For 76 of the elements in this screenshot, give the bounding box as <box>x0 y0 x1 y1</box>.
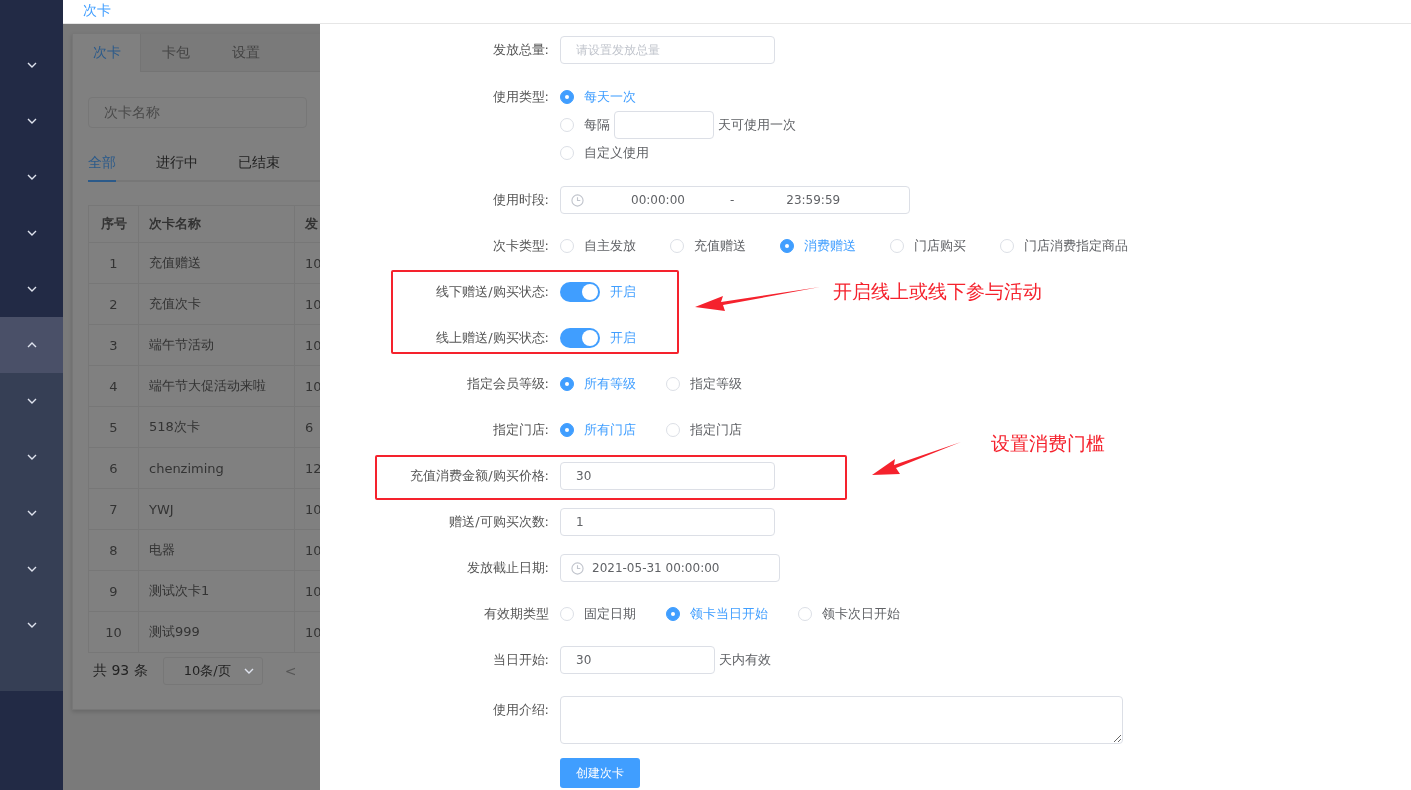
radio-option[interactable]: 自定义使用 <box>560 139 649 167</box>
chevron-up-icon[interactable] <box>26 342 37 348</box>
radio-option[interactable]: 指定等级 <box>666 370 742 398</box>
table-cell: 8 <box>89 530 139 571</box>
chevron-down-icon[interactable] <box>26 398 37 404</box>
page-size-select[interactable]: 10条/页 <box>162 657 263 685</box>
field-label: 当日开始: <box>491 651 549 669</box>
chevron-down-icon[interactable] <box>26 118 37 124</box>
table-cell: YWJ <box>139 489 295 530</box>
table-cell: 6 <box>89 448 139 489</box>
field-label: 使用类型: <box>491 88 549 106</box>
field-label: 使用介绍: <box>491 701 549 719</box>
unit-text: 天内有效 <box>719 651 771 669</box>
clock-icon <box>571 193 584 207</box>
annotation-text: 设置消费门槛 <box>991 431 1105 456</box>
field-label: 线上赠送/购买状态: <box>435 329 549 347</box>
table-cell: 充值赠送 <box>139 243 295 284</box>
table-cell: 3 <box>89 325 139 366</box>
field-label: 发放总量: <box>491 41 549 59</box>
total-count: 共 93 条 <box>93 662 148 680</box>
table-cell: 端午节大促活动来啦 <box>139 366 295 407</box>
table-cell: chenziming <box>139 448 295 489</box>
chevron-down-icon[interactable] <box>26 510 37 516</box>
chevron-down-icon[interactable] <box>26 174 37 180</box>
radio-option[interactable]: 每隔 <box>560 111 610 139</box>
start-time: 00:00:00 <box>631 193 685 207</box>
table-cell: 测试次卡1 <box>139 571 295 612</box>
field-label: 充值消费金额/购买价格: <box>409 467 549 485</box>
text-field[interactable]: 30 <box>560 462 775 490</box>
chevron-down-icon[interactable] <box>26 454 37 460</box>
textarea-field[interactable] <box>560 696 1123 744</box>
table-cell: 4 <box>89 366 139 407</box>
table-cell: 518次卡 <box>139 407 295 448</box>
chevron-down-icon[interactable] <box>26 622 37 628</box>
table-cell: 端午节活动 <box>139 325 295 366</box>
switch-state-text: 开启 <box>610 329 636 347</box>
filter-tab[interactable]: 已结束 <box>238 154 280 182</box>
text-field[interactable]: 30 <box>560 646 715 674</box>
radio-option[interactable]: 门店购买 <box>890 232 966 260</box>
table-header-cell: 序号 <box>89 206 139 243</box>
toggle-switch[interactable] <box>560 282 600 302</box>
filter-tab[interactable]: 进行中 <box>156 154 198 182</box>
annotation-text: 开启线上或线下参与活动 <box>833 279 1042 304</box>
table-cell: 7 <box>89 489 139 530</box>
field-label: 赠送/可购买次数: <box>448 513 549 531</box>
radio-option[interactable]: 领卡次日开始 <box>798 600 900 628</box>
chevron-down-icon[interactable] <box>26 62 37 68</box>
table-cell: 9 <box>89 571 139 612</box>
field-label: 指定门店: <box>491 421 549 439</box>
field-label: 使用时段: <box>491 191 549 209</box>
date-field[interactable]: 2021-05-31 00:00:00 <box>560 554 780 582</box>
time-range-field[interactable]: 00:00:00 - 23:59:59 <box>560 186 910 214</box>
table-cell: 10 <box>89 612 139 653</box>
chevron-down-icon[interactable] <box>26 230 37 236</box>
clock-icon <box>571 561 584 575</box>
radio-option[interactable]: 门店消费指定商品 <box>1000 232 1128 260</box>
table-cell: 1 <box>89 243 139 284</box>
table-cell: 2 <box>89 284 139 325</box>
page-title: 次卡 <box>83 2 111 18</box>
interval-field[interactable] <box>614 111 714 139</box>
chevron-down-icon[interactable] <box>26 286 37 292</box>
radio-option[interactable]: 指定门店 <box>666 416 742 444</box>
switch-state-text: 开启 <box>610 283 636 301</box>
field-label: 线下赠送/购买状态: <box>435 283 549 301</box>
unit-text: 天可使用一次 <box>718 116 796 134</box>
text-field[interactable]: 1 <box>560 508 775 536</box>
toggle-switch[interactable] <box>560 328 600 348</box>
table-cell: 电器 <box>139 530 295 571</box>
field-label: 指定会员等级: <box>465 375 549 393</box>
range-separator: - <box>729 193 735 207</box>
end-time: 23:59:59 <box>786 193 841 207</box>
table-cell: 充值次卡 <box>139 284 295 325</box>
table-header-cell: 次卡名称 <box>139 206 295 243</box>
table-cell: 测试999 <box>139 612 295 653</box>
chevron-down-icon[interactable] <box>26 566 37 572</box>
table-cell: 5 <box>89 407 139 448</box>
